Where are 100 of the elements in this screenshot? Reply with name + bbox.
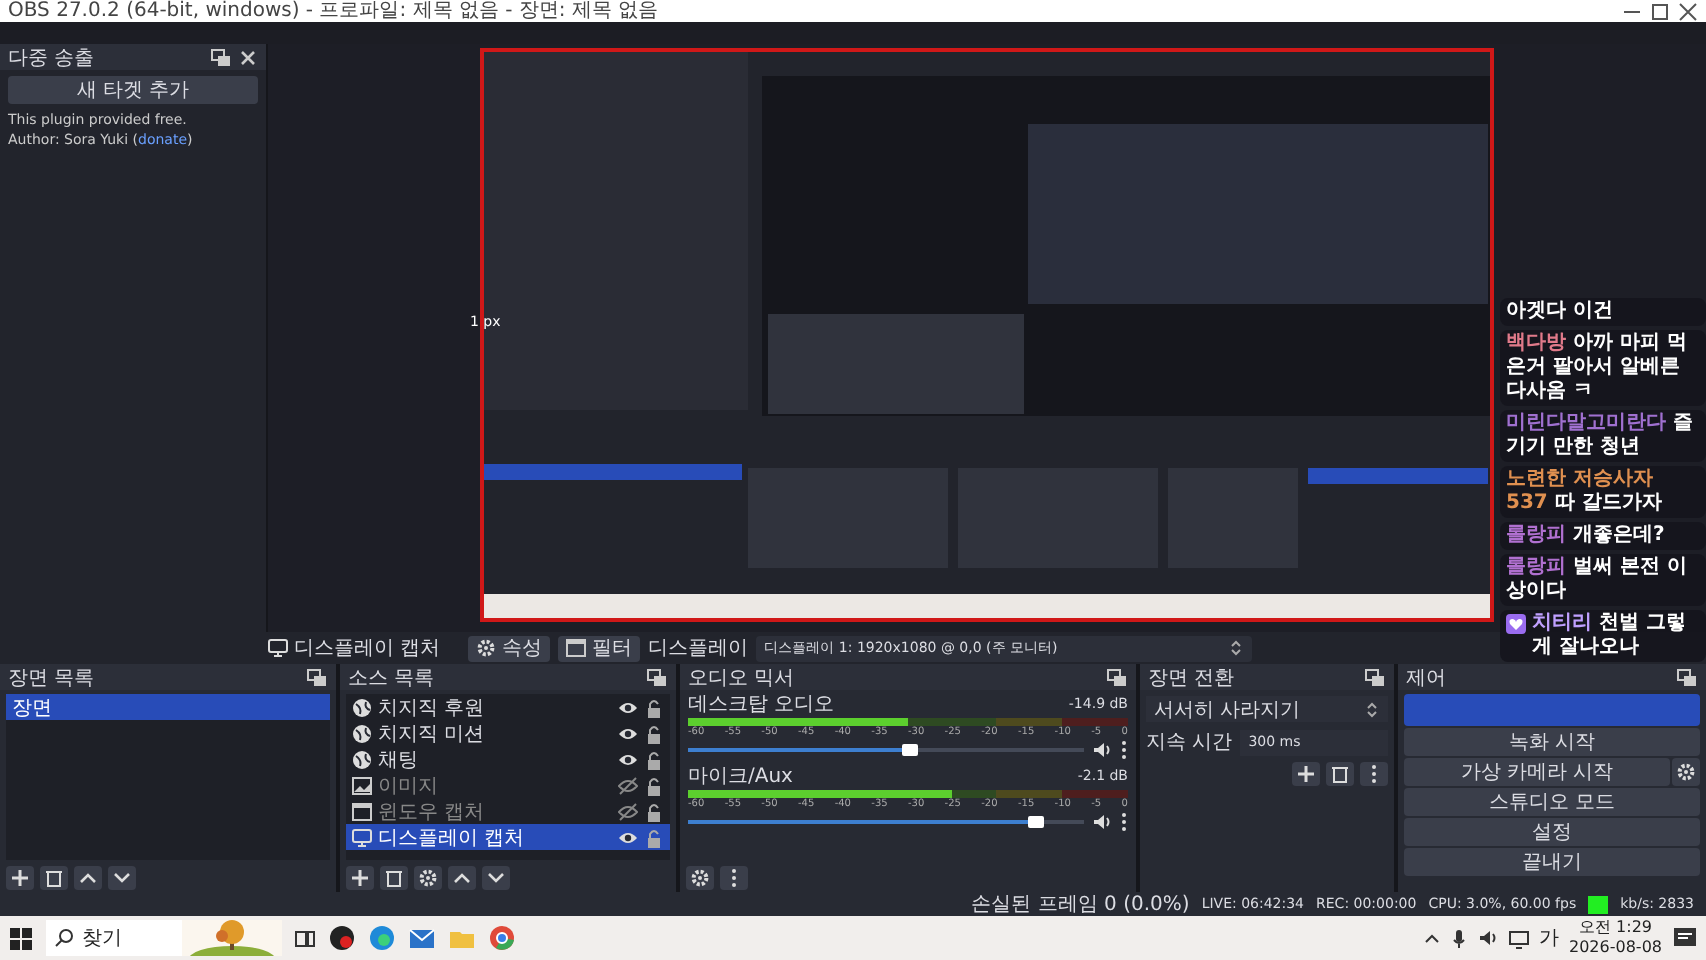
- filters-button[interactable]: 필터: [558, 635, 641, 661]
- source-name: 이미지: [378, 773, 440, 799]
- window-title: OBS 27.0.2 (64-bit, windows) - 프로파일: 제목 없음 - 장면: 제목 없음: [8, 0, 659, 22]
- task-view-icon[interactable]: [294, 927, 316, 949]
- lock-icon[interactable]: [644, 697, 664, 717]
- control-button[interactable]: 가상 카메라 시작: [1404, 758, 1670, 786]
- move-up-button[interactable]: [448, 866, 476, 890]
- float-icon[interactable]: [1364, 667, 1386, 687]
- eye-slash-icon[interactable]: [618, 801, 638, 821]
- control-button[interactable]: 끝내기: [1404, 848, 1700, 876]
- image-icon: [352, 775, 372, 795]
- chat-message: 롤랑피 벌써 본전 이상이다: [1506, 556, 1689, 604]
- control-button[interactable]: 스튜디오 모드: [1404, 788, 1700, 816]
- updown-arrows-icon: [1228, 638, 1245, 658]
- lock-icon[interactable]: [644, 749, 664, 769]
- move-up-button[interactable]: [74, 866, 102, 890]
- chat-message: 미린다말고미란다 즐기기 만한 청년: [1506, 412, 1695, 460]
- slider-thumb[interactable]: [1028, 816, 1045, 828]
- notification-icon[interactable]: [1672, 926, 1698, 950]
- chat-message: 아겟다 이건: [1506, 300, 1615, 324]
- chevron-up-icon[interactable]: [1423, 929, 1439, 947]
- gear-icon: [1676, 762, 1696, 782]
- eye-icon[interactable]: [618, 697, 638, 717]
- add-button[interactable]: [6, 866, 34, 890]
- chevron-down-icon: [486, 868, 506, 888]
- add-button[interactable]: [346, 866, 374, 890]
- close-icon[interactable]: [1678, 1, 1698, 21]
- source-item[interactable]: 채팅: [346, 746, 670, 772]
- speaker-icon[interactable]: [1477, 928, 1497, 948]
- source-item[interactable]: 윈도우 캡처: [346, 798, 670, 824]
- source-name: 치지직 미션: [378, 721, 487, 747]
- globe-icon: [352, 749, 372, 769]
- remove-button[interactable]: [40, 866, 68, 890]
- source-item[interactable]: 치지직 후원: [346, 694, 670, 720]
- source-name: 채팅: [378, 747, 420, 773]
- kebab-icon: [730, 868, 738, 888]
- settings-button[interactable]: [1672, 758, 1700, 786]
- chat-message: 롤랑피 개좋은데?: [1506, 524, 1667, 548]
- dock-title: 제어: [1406, 665, 1446, 691]
- control-button[interactable]: 설정: [1404, 818, 1700, 846]
- gear-icon: [418, 868, 438, 888]
- control-button[interactable]: 녹화 시작: [1404, 728, 1700, 756]
- eye-slash-icon[interactable]: [618, 775, 638, 795]
- settings-button[interactable]: [414, 866, 442, 890]
- menu-icon[interactable]: [1120, 812, 1128, 832]
- search-icon: [54, 928, 74, 948]
- search-field[interactable]: 찾기: [46, 920, 282, 956]
- float-icon[interactable]: [646, 667, 668, 687]
- eye-icon[interactable]: [618, 827, 638, 847]
- add-target-button[interactable]: 새 타겟 추가: [8, 76, 258, 104]
- move-down-button[interactable]: [482, 866, 510, 890]
- chevron-down-icon: [112, 868, 132, 888]
- maximize-icon[interactable]: [1650, 1, 1670, 21]
- transition-dropdown[interactable]: 서서히 사라지기: [1146, 696, 1388, 722]
- browser-icon[interactable]: [488, 924, 516, 952]
- lock-icon[interactable]: [644, 801, 664, 821]
- clock-date[interactable]: 2026-08-08: [1569, 938, 1662, 958]
- slider-thumb[interactable]: [901, 744, 918, 756]
- eye-icon[interactable]: [618, 749, 638, 769]
- dock-title: 장면 전환: [1148, 665, 1235, 691]
- float-icon[interactable]: [1106, 667, 1128, 687]
- app-icon[interactable]: [328, 924, 356, 952]
- gear-icon: [476, 638, 497, 658]
- speaker-icon[interactable]: [1092, 812, 1112, 832]
- remove-button[interactable]: [380, 866, 408, 890]
- settings-button[interactable]: [686, 866, 714, 890]
- float-icon[interactable]: [210, 47, 232, 67]
- search-placeholder: 찾기: [82, 926, 122, 952]
- menu-button[interactable]: [720, 866, 748, 890]
- properties-button[interactable]: 속성: [468, 635, 551, 661]
- trash-icon: [384, 868, 404, 888]
- browser-icon[interactable]: [368, 924, 396, 952]
- source-item[interactable]: 디스플레이 캡처: [346, 824, 670, 850]
- channel-name: 마이크/Aux: [688, 764, 793, 790]
- input-method[interactable]: 가: [1539, 924, 1559, 952]
- menu-button[interactable]: [1360, 762, 1388, 786]
- source-item[interactable]: 이미지: [346, 772, 670, 798]
- remove-button[interactable]: [1326, 762, 1354, 786]
- dock-title: 장면 목록: [8, 665, 95, 691]
- add-button[interactable]: [1292, 762, 1320, 786]
- eye-icon[interactable]: [618, 723, 638, 743]
- windows-icon[interactable]: [8, 925, 34, 951]
- trash-icon: [44, 868, 64, 888]
- scene-item[interactable]: 장면: [6, 694, 330, 720]
- source-item[interactable]: 치지직 미션: [346, 720, 670, 746]
- move-down-button[interactable]: [108, 866, 136, 890]
- lock-icon[interactable]: [644, 723, 664, 743]
- speaker-icon[interactable]: [1092, 740, 1112, 760]
- float-icon[interactable]: [306, 667, 328, 687]
- mail-icon[interactable]: [408, 924, 436, 952]
- menu-icon[interactable]: [1120, 740, 1128, 760]
- lock-icon[interactable]: [644, 775, 664, 795]
- chat-message: 치티리 천벌 그렇게 잘나오나: [1532, 612, 1688, 660]
- health-indicator: [1588, 895, 1609, 913]
- clock-time[interactable]: 오전 1:29: [1578, 918, 1652, 938]
- float-icon[interactable]: [1676, 667, 1698, 687]
- microphone-icon[interactable]: [1449, 927, 1467, 949]
- trash-icon: [1330, 764, 1350, 784]
- plus-icon: [10, 868, 30, 888]
- chat-message: 백다방 아까 마피 먹은거 팔아서 알베른 다사옴 ㅋ: [1506, 332, 1689, 404]
